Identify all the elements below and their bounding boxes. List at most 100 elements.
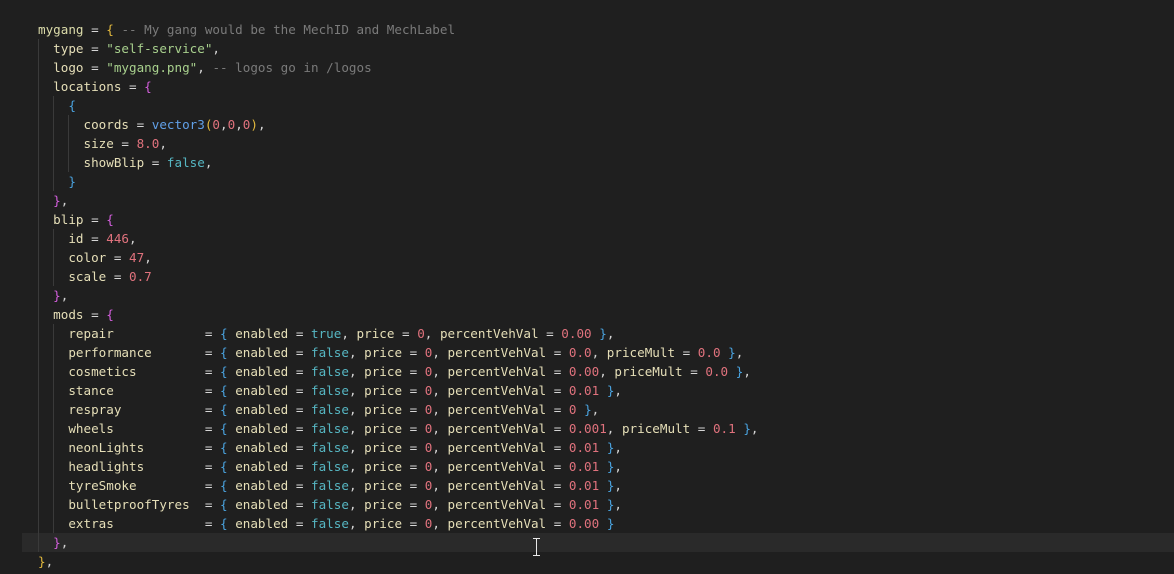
code-token: "mygang.png" xyxy=(106,60,198,75)
code-token: = xyxy=(402,478,425,493)
code-token: priceMult xyxy=(614,364,683,379)
code-line[interactable]: type = "self-service", xyxy=(22,39,1174,58)
code-token: = xyxy=(402,421,425,436)
code-line[interactable]: logo = "mygang.png", -- logos go in /log… xyxy=(22,58,1174,77)
code-line[interactable]: { xyxy=(22,96,1174,115)
code-token: percentVehVal xyxy=(447,478,547,493)
code-line[interactable]: performance = { enabled = false, price =… xyxy=(22,343,1174,362)
code-line[interactable]: }, xyxy=(22,533,1174,552)
code-token: = xyxy=(546,345,569,360)
code-token: , xyxy=(144,250,152,265)
code-line[interactable]: stance = { enabled = false, price = 0, p… xyxy=(22,381,1174,400)
code-line[interactable]: neonLights = { enabled = false, price = … xyxy=(22,438,1174,457)
code-token: enabled xyxy=(235,440,289,455)
code-line[interactable]: size = 8.0, xyxy=(22,134,1174,153)
code-token: percentVehVal xyxy=(447,383,547,398)
code-line[interactable]: showBlip = false, xyxy=(22,153,1174,172)
code-line[interactable]: wheels = { enabled = false, price = 0, p… xyxy=(22,419,1174,438)
code-line[interactable]: bulletproofTyres = { enabled = false, pr… xyxy=(22,495,1174,514)
code-token: mods xyxy=(53,307,84,322)
code-token: = xyxy=(402,402,425,417)
code-token: = xyxy=(402,459,425,474)
code-token: , xyxy=(197,60,213,75)
code-line[interactable]: headlights = { enabled = false, price = … xyxy=(22,457,1174,476)
code-token: price xyxy=(364,459,403,474)
code-line[interactable]: }, xyxy=(22,286,1174,305)
code-token: , xyxy=(432,402,448,417)
code-line[interactable]: } xyxy=(22,172,1174,191)
code-token: { xyxy=(106,307,114,322)
code-line[interactable]: cosmetics = { enabled = false, price = 0… xyxy=(22,362,1174,381)
code-token: = xyxy=(288,516,312,531)
code-token: 0.01 xyxy=(568,497,600,512)
code-line[interactable]: extras = { enabled = false, price = 0, p… xyxy=(22,514,1174,533)
code-token: size xyxy=(83,136,114,151)
code-token: = xyxy=(197,421,220,436)
code-token: color xyxy=(68,250,107,265)
code-token: , xyxy=(348,364,365,379)
code-token: } xyxy=(38,554,46,569)
code-line[interactable]: color = 47, xyxy=(22,248,1174,267)
code-token: = xyxy=(144,155,167,170)
code-token: = xyxy=(546,478,569,493)
code-token: , xyxy=(45,554,54,569)
code-token: false xyxy=(311,516,349,531)
code-line[interactable]: }, xyxy=(22,191,1174,210)
code-text: logo = "mygang.png", -- logos go in /log… xyxy=(38,58,372,77)
code-token: , xyxy=(348,345,365,360)
code-token: { xyxy=(220,345,228,360)
code-line[interactable]: }, xyxy=(22,552,1174,571)
code-token: { xyxy=(220,459,228,474)
code-token: 0 xyxy=(212,117,221,132)
code-token: 0.01 xyxy=(568,478,600,493)
code-token: , xyxy=(212,41,221,56)
code-line[interactable]: coords = vector3(0,0,0), xyxy=(22,115,1174,134)
code-token: 0.01 xyxy=(568,440,600,455)
code-text: cosmetics = { enabled = false, price = 0… xyxy=(38,362,751,381)
code-token: , xyxy=(159,136,167,151)
code-line[interactable]: locations = { xyxy=(22,77,1174,96)
code-token: } xyxy=(68,174,76,189)
code-line[interactable]: blip = { xyxy=(22,210,1174,229)
code-text: headlights = { enabled = false, price = … xyxy=(38,457,622,476)
code-line[interactable]: mygang = { -- My gang would be the MechI… xyxy=(22,20,1174,39)
code-token: 0.00 xyxy=(561,326,592,341)
code-token: , xyxy=(432,516,448,531)
code-token: 0.00 xyxy=(568,364,600,379)
code-token: , xyxy=(743,364,751,379)
code-line[interactable]: tyreSmoke = { enabled = false, price = 0… xyxy=(22,476,1174,495)
code-editor[interactable]: mygang = { -- My gang would be the MechI… xyxy=(0,0,1174,574)
code-line[interactable]: scale = 0.7 xyxy=(22,267,1174,286)
code-text: }, xyxy=(38,191,68,210)
code-line[interactable]: respray = { enabled = false, price = 0, … xyxy=(22,400,1174,419)
code-token: , xyxy=(235,117,243,132)
code-text: blip = { xyxy=(38,210,114,229)
code-line[interactable]: id = 446, xyxy=(22,229,1174,248)
code-token: = xyxy=(546,440,569,455)
code-token: { xyxy=(220,383,228,398)
code-token: type xyxy=(53,41,84,56)
code-token: , xyxy=(348,497,365,512)
code-line[interactable]: repair = { enabled = true, price = 0, pe… xyxy=(22,324,1174,343)
code-token: , xyxy=(614,459,622,474)
code-token: 0.01 xyxy=(568,383,600,398)
code-token: priceMult xyxy=(621,421,691,436)
code-token: headlights xyxy=(68,459,198,474)
code-line[interactable]: mods = { xyxy=(22,305,1174,324)
code-token: , xyxy=(606,326,615,341)
code-token: enabled xyxy=(235,478,289,493)
